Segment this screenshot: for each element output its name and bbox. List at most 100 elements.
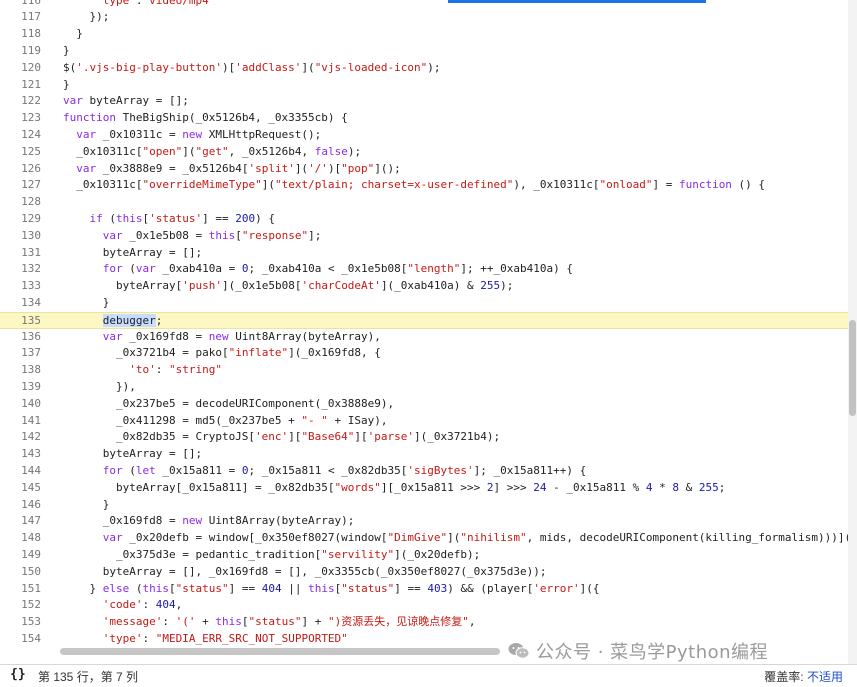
line-number[interactable]: 135 (0, 313, 41, 330)
code-text: if (this['status'] == 200) { (89, 212, 275, 225)
code-line[interactable]: 117 }); (0, 9, 848, 26)
code-line[interactable]: 153 'message': '(' + this["status"] + ")… (0, 614, 848, 631)
code-line[interactable]: 131 byteArray = []; (0, 245, 848, 262)
wechat-icon (508, 642, 530, 660)
code-line[interactable]: 142 _0x82db35 = CryptoJS['enc']["Base64"… (0, 429, 848, 446)
line-number[interactable]: 118 (0, 26, 41, 43)
line-number[interactable]: 116 (0, 0, 41, 9)
line-number[interactable]: 142 (0, 429, 41, 446)
code-text: 'message': '(' + this["status"] + ")资源丢失… (102, 615, 476, 629)
code-line[interactable]: 134 } (0, 295, 848, 312)
coverage-link[interactable]: 不适用 (807, 670, 843, 684)
code-text: 'to': "string" (129, 363, 222, 377)
line-number[interactable]: 122 (0, 93, 41, 110)
line-number[interactable]: 126 (0, 161, 41, 178)
line-number[interactable]: 148 (0, 530, 41, 547)
line-number[interactable]: 130 (0, 228, 41, 245)
horizontal-scrollbar-thumb[interactable] (60, 648, 500, 655)
code-line[interactable]: 116 type : video/mp4 (0, 0, 848, 9)
line-number[interactable]: 136 (0, 329, 41, 346)
code-text: _0x169fd8 = new Uint8Array(byteArray); (63, 514, 355, 528)
code-line[interactable]: 118 } (0, 26, 848, 43)
code-text: var _0x169fd8 = new Uint8Array(byteArray… (102, 329, 381, 343)
code-line[interactable]: 119} (0, 43, 848, 60)
line-number[interactable]: 134 (0, 295, 41, 312)
code-line[interactable]: 143 byteArray = []; (0, 446, 848, 463)
line-number[interactable]: 117 (0, 9, 41, 26)
vertical-scrollbar[interactable] (848, 0, 857, 664)
code-text: _0x82db35 = CryptoJS['enc']["Base64"]['p… (63, 430, 501, 444)
line-number[interactable]: 129 (0, 211, 41, 228)
code-line[interactable]: 150 byteArray = [], _0x169fd8 = [], _0x3… (0, 564, 848, 581)
line-number[interactable]: 141 (0, 413, 41, 430)
code-line[interactable]: 138 'to': "string" (0, 362, 848, 379)
code-line[interactable]: 146 } (0, 497, 848, 514)
code-line[interactable]: 121} (0, 77, 848, 94)
line-number[interactable]: 143 (0, 446, 41, 463)
line-number[interactable]: 151 (0, 581, 41, 598)
code-line[interactable]: 147 _0x169fd8 = new Uint8Array(byteArray… (0, 513, 848, 530)
line-number[interactable]: 146 (0, 497, 41, 514)
code-text: } (63, 77, 70, 91)
line-number[interactable]: 147 (0, 513, 41, 530)
code-line[interactable]: 140 _0x237be5 = decodeURIComponent(_0x38… (0, 396, 848, 413)
code-text: var _0x1e5b08 = this["response"]; (102, 228, 322, 242)
code-line[interactable]: 133 byteArray['push'](_0x1e5b08['charCod… (0, 278, 848, 295)
line-number[interactable]: 137 (0, 345, 41, 362)
code-line[interactable]: 141 _0x411298 = md5(_0x237be5 + "- " + I… (0, 413, 848, 430)
line-number[interactable]: 125 (0, 144, 41, 161)
code-line[interactable]: 152 'code': 404, (0, 597, 848, 614)
line-number[interactable]: 144 (0, 463, 41, 480)
line-number[interactable]: 139 (0, 379, 41, 396)
code-line[interactable]: 148 var _0x20defb = window[_0x350ef8027(… (0, 530, 857, 547)
code-line[interactable]: 132 for (var _0xab410a = 0; _0xab410a < … (0, 261, 848, 278)
code-line[interactable]: 127 _0x10311c["overrideMimeType"]("text/… (0, 177, 848, 194)
line-number[interactable]: 131 (0, 245, 41, 262)
coverage-status: 覆盖率: 不适用 (764, 668, 843, 685)
code-editor[interactable]: 116 type : video/mp4 117 }); 118 } 119} 120 $… (0, 0, 857, 664)
code-line[interactable]: 136 var _0x169fd8 = new Uint8Array(byteA… (0, 329, 848, 346)
code-line[interactable]: 135 debugger; (0, 311, 848, 330)
line-number[interactable]: 149 (0, 547, 41, 564)
watermark-text: 公众号 · 菜鸟学Python编程 (536, 642, 769, 663)
line-number[interactable]: 123 (0, 110, 41, 127)
line-number[interactable]: 119 (0, 43, 41, 60)
code-line[interactable]: 139 }), (0, 379, 848, 396)
code-line[interactable]: 125 _0x10311c["open"]("get", _0x5126b4, … (0, 144, 848, 161)
line-number[interactable]: 132 (0, 261, 41, 278)
line-number[interactable]: 138 (0, 362, 41, 379)
code-line[interactable]: 130 var _0x1e5b08 = this["response"]; (0, 228, 848, 245)
line-number[interactable]: 127 (0, 177, 41, 194)
line-number[interactable]: 128 (0, 194, 41, 211)
line-number[interactable]: 152 (0, 597, 41, 614)
line-number[interactable]: 153 (0, 614, 41, 631)
line-number[interactable]: 140 (0, 396, 41, 413)
code-text: _0x375d3e = pedantic_tradition["servilit… (63, 548, 481, 561)
code-text: }); (63, 10, 110, 24)
pretty-print-icon[interactable]: {} (10, 667, 26, 682)
line-number[interactable]: 145 (0, 480, 41, 497)
code-text: for (let _0x15a811 = 0; _0x15a811 < _0x8… (102, 464, 587, 477)
code-line[interactable]: 145 byteArray[_0x15a811] = _0x82db35["wo… (0, 480, 848, 497)
line-number[interactable]: 150 (0, 564, 41, 581)
code-line[interactable]: 128 (0, 194, 848, 211)
code-line[interactable]: 144 for (let _0x15a811 = 0; _0x15a811 < … (0, 463, 848, 480)
code-text: 'code': 404, (102, 598, 183, 612)
vertical-scrollbar-thumb[interactable] (849, 320, 856, 416)
line-number[interactable]: 120 (0, 60, 41, 77)
code-line[interactable]: 149 _0x375d3e = pedantic_tradition["serv… (0, 547, 848, 564)
line-number[interactable]: 124 (0, 127, 41, 144)
line-number[interactable]: 133 (0, 278, 41, 295)
code-text: _0x3721b4 = pako["inflate"](_0x169fd8, { (63, 346, 381, 360)
code-line[interactable]: 124 var _0x10311c = new XMLHttpRequest()… (0, 127, 848, 144)
code-line[interactable]: 137 _0x3721b4 = pako["inflate"](_0x169fd… (0, 345, 848, 362)
line-number[interactable]: 121 (0, 77, 41, 94)
code-line[interactable]: 151 } else (this["status"] == 404 || thi… (0, 581, 848, 598)
code-line[interactable]: 122 var byteArray = []; (0, 93, 848, 110)
code-line[interactable]: 129 if (this['status'] == 200) { (0, 211, 848, 228)
code-line[interactable]: 126 var _0x3888e9 = _0x5126b4['split']('… (0, 161, 848, 178)
code-text: _0x411298 = md5(_0x237be5 + "- " + ISay)… (63, 413, 388, 427)
code-line[interactable]: 123 function TheBigShip(_0x5126b4, _0x335… (0, 110, 848, 127)
code-line[interactable]: 120 $('.vjs-big-play-button')['addClass']… (0, 60, 848, 77)
code-text: _0x10311c["open"]("get", _0x5126b4, fals… (63, 144, 362, 158)
